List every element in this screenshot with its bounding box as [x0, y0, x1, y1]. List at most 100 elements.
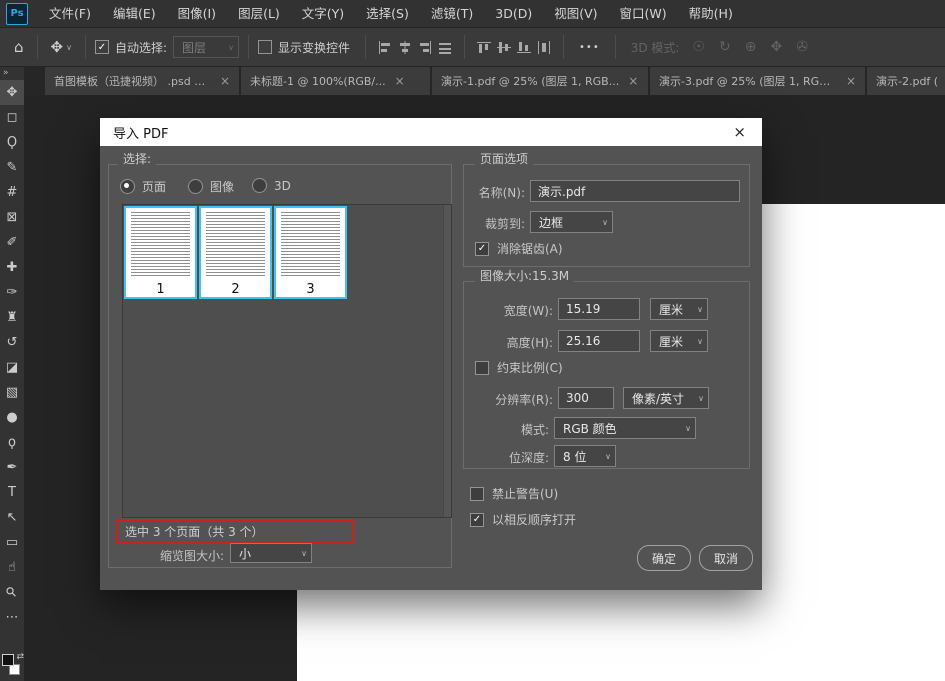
height-unit-dropdown[interactable]: 厘米 ∨: [650, 330, 708, 352]
brush-tool[interactable]: ✑: [0, 280, 24, 305]
type-tool[interactable]: T: [0, 480, 24, 505]
menu-type[interactable]: 文字(Y): [291, 0, 355, 27]
menu-layer[interactable]: 图层(L): [227, 0, 291, 27]
path-selection-tool[interactable]: ↖: [0, 505, 24, 530]
frame-tool[interactable]: ⊠: [0, 205, 24, 230]
suppress-warnings-checkbox[interactable]: [470, 487, 484, 501]
menu-image[interactable]: 图像(I): [167, 0, 227, 27]
blur-tool[interactable]: ●: [0, 405, 24, 430]
menu-view[interactable]: 视图(V): [543, 0, 608, 27]
marquee-tool[interactable]: ◻: [0, 105, 24, 130]
radio-3d[interactable]: 3D: [252, 178, 291, 193]
color-swatches[interactable]: ⇄: [1, 652, 23, 678]
quick-selection-tool[interactable]: ✎: [0, 155, 24, 180]
ok-button[interactable]: 确定: [637, 545, 691, 571]
close-icon[interactable]: ×: [846, 74, 856, 88]
tab-document-5[interactable]: 演示-2.pdf (: [867, 67, 945, 95]
slide-3d-icon[interactable]: ✥: [764, 39, 790, 55]
move-tool-preset-icon[interactable]: ✥∨: [47, 38, 76, 56]
zoom-tool[interactable]: ⚲: [0, 580, 24, 605]
history-brush-tool[interactable]: ↺: [0, 330, 24, 355]
radio-icon[interactable]: [252, 178, 267, 193]
menu-edit[interactable]: 编辑(E): [102, 0, 167, 27]
constrain-row[interactable]: 约束比例(C): [475, 359, 563, 376]
clone-stamp-tool[interactable]: ♜: [0, 305, 24, 330]
reverse-order-checkbox[interactable]: [470, 513, 484, 527]
tab-document-3[interactable]: 演示-1.pdf @ 25% (图层 1, RGB...×: [432, 67, 648, 95]
radio-pages[interactable]: 页面: [120, 178, 166, 195]
pdf-page-thumbnail[interactable]: 1: [124, 206, 197, 299]
close-icon[interactable]: ×: [395, 74, 405, 88]
radio-icon[interactable]: [188, 179, 203, 194]
tab-document-4[interactable]: 演示-3.pdf @ 25% (图层 1, RGB...×: [650, 67, 865, 95]
list-scrollbar[interactable]: [443, 205, 451, 517]
menu-filter[interactable]: 滤镜(T): [420, 0, 484, 27]
orbit-3d-icon[interactable]: ☉: [685, 39, 712, 55]
align-left-icon[interactable]: [375, 36, 395, 58]
align-bottom-icon[interactable]: [514, 36, 534, 58]
close-icon[interactable]: ×: [628, 74, 638, 88]
align-center-h-icon[interactable]: [395, 36, 415, 58]
width-input[interactable]: [558, 298, 640, 320]
menu-3d[interactable]: 3D(D): [484, 0, 543, 27]
antialias-checkbox[interactable]: [475, 242, 489, 256]
roll-3d-icon[interactable]: ↻: [712, 39, 738, 55]
width-unit-dropdown[interactable]: 厘米 ∨: [650, 298, 708, 320]
page-thumbnail-list[interactable]: 1 2 3: [122, 204, 452, 518]
height-input[interactable]: [558, 330, 640, 352]
tab-document-2[interactable]: 未标题-1 @ 100%(RGB/...×: [241, 67, 430, 95]
pdf-page-thumbnail[interactable]: 2: [199, 206, 272, 299]
mode-dropdown[interactable]: RGB 颜色 ∨: [554, 417, 696, 439]
resolution-input[interactable]: [558, 387, 614, 409]
antialias-row[interactable]: 消除锯齿(A): [475, 240, 563, 257]
align-center-v-icon[interactable]: [494, 36, 514, 58]
align-right-icon[interactable]: [415, 36, 435, 58]
cancel-button[interactable]: 取消: [699, 545, 753, 571]
menu-file[interactable]: 文件(F): [38, 0, 102, 27]
resolution-unit-dropdown[interactable]: 像素/英寸 ∨: [623, 387, 709, 409]
gradient-tool[interactable]: ▧: [0, 380, 24, 405]
menu-help[interactable]: 帮助(H): [678, 0, 744, 27]
dodge-tool[interactable]: ϙ: [0, 430, 24, 455]
hand-tool[interactable]: ☝: [0, 555, 24, 580]
tab-document-1[interactable]: 首图模板（迅捷视频） .psd @ ...×: [45, 67, 239, 95]
eraser-tool[interactable]: ◪: [0, 355, 24, 380]
home-icon[interactable]: ⌂: [10, 38, 28, 56]
name-input[interactable]: [530, 180, 740, 202]
align-top-icon[interactable]: [474, 36, 494, 58]
show-transform-checkbox[interactable]: [258, 40, 272, 54]
camera-3d-icon[interactable]: ✇: [789, 39, 815, 55]
chevron-down-icon: ∨: [66, 43, 72, 52]
auto-select-checkbox[interactable]: [95, 40, 109, 54]
more-options-button[interactable]: •••: [573, 42, 606, 53]
suppress-warnings-row[interactable]: 禁止警告(U): [470, 485, 558, 502]
menu-select[interactable]: 选择(S): [355, 0, 420, 27]
pen-tool[interactable]: ✒: [0, 455, 24, 480]
collapse-tools-button[interactable]: »: [0, 67, 24, 80]
auto-select-target-dropdown[interactable]: 图层∨: [173, 36, 239, 58]
constrain-checkbox[interactable]: [475, 361, 489, 375]
eyedropper-tool[interactable]: ✐: [0, 230, 24, 255]
radio-icon[interactable]: [120, 179, 135, 194]
distribute-h-icon[interactable]: [534, 36, 554, 58]
drag-3d-icon[interactable]: ⊕: [738, 39, 764, 55]
swap-colors-icon[interactable]: ⇄: [16, 652, 24, 662]
close-icon[interactable]: ×: [220, 74, 230, 88]
reverse-order-row[interactable]: 以相反顺序打开: [470, 511, 576, 528]
rectangle-tool[interactable]: ▭: [0, 530, 24, 555]
foreground-color-swatch[interactable]: [2, 654, 14, 666]
menu-window[interactable]: 窗口(W): [609, 0, 678, 27]
crop-tool[interactable]: #: [0, 180, 24, 205]
close-icon[interactable]: ×: [730, 123, 749, 141]
radio-images[interactable]: 图像: [188, 178, 234, 195]
pdf-page-thumbnail[interactable]: 3: [274, 206, 347, 299]
move-tool[interactable]: ✥: [0, 80, 24, 105]
align-top-edges-icon[interactable]: [435, 36, 455, 58]
bit-depth-dropdown[interactable]: 8 位 ∨: [554, 445, 616, 467]
healing-brush-tool[interactable]: ✚: [0, 255, 24, 280]
thumb-size-dropdown[interactable]: 小 ∨: [230, 543, 312, 563]
edit-toolbar-button[interactable]: ⋯: [0, 605, 24, 630]
crop-to-dropdown[interactable]: 边框 ∨: [530, 211, 613, 233]
lasso-tool[interactable]: Ϙ: [0, 130, 24, 155]
dialog-title-bar[interactable]: 导入 PDF ×: [100, 118, 762, 146]
